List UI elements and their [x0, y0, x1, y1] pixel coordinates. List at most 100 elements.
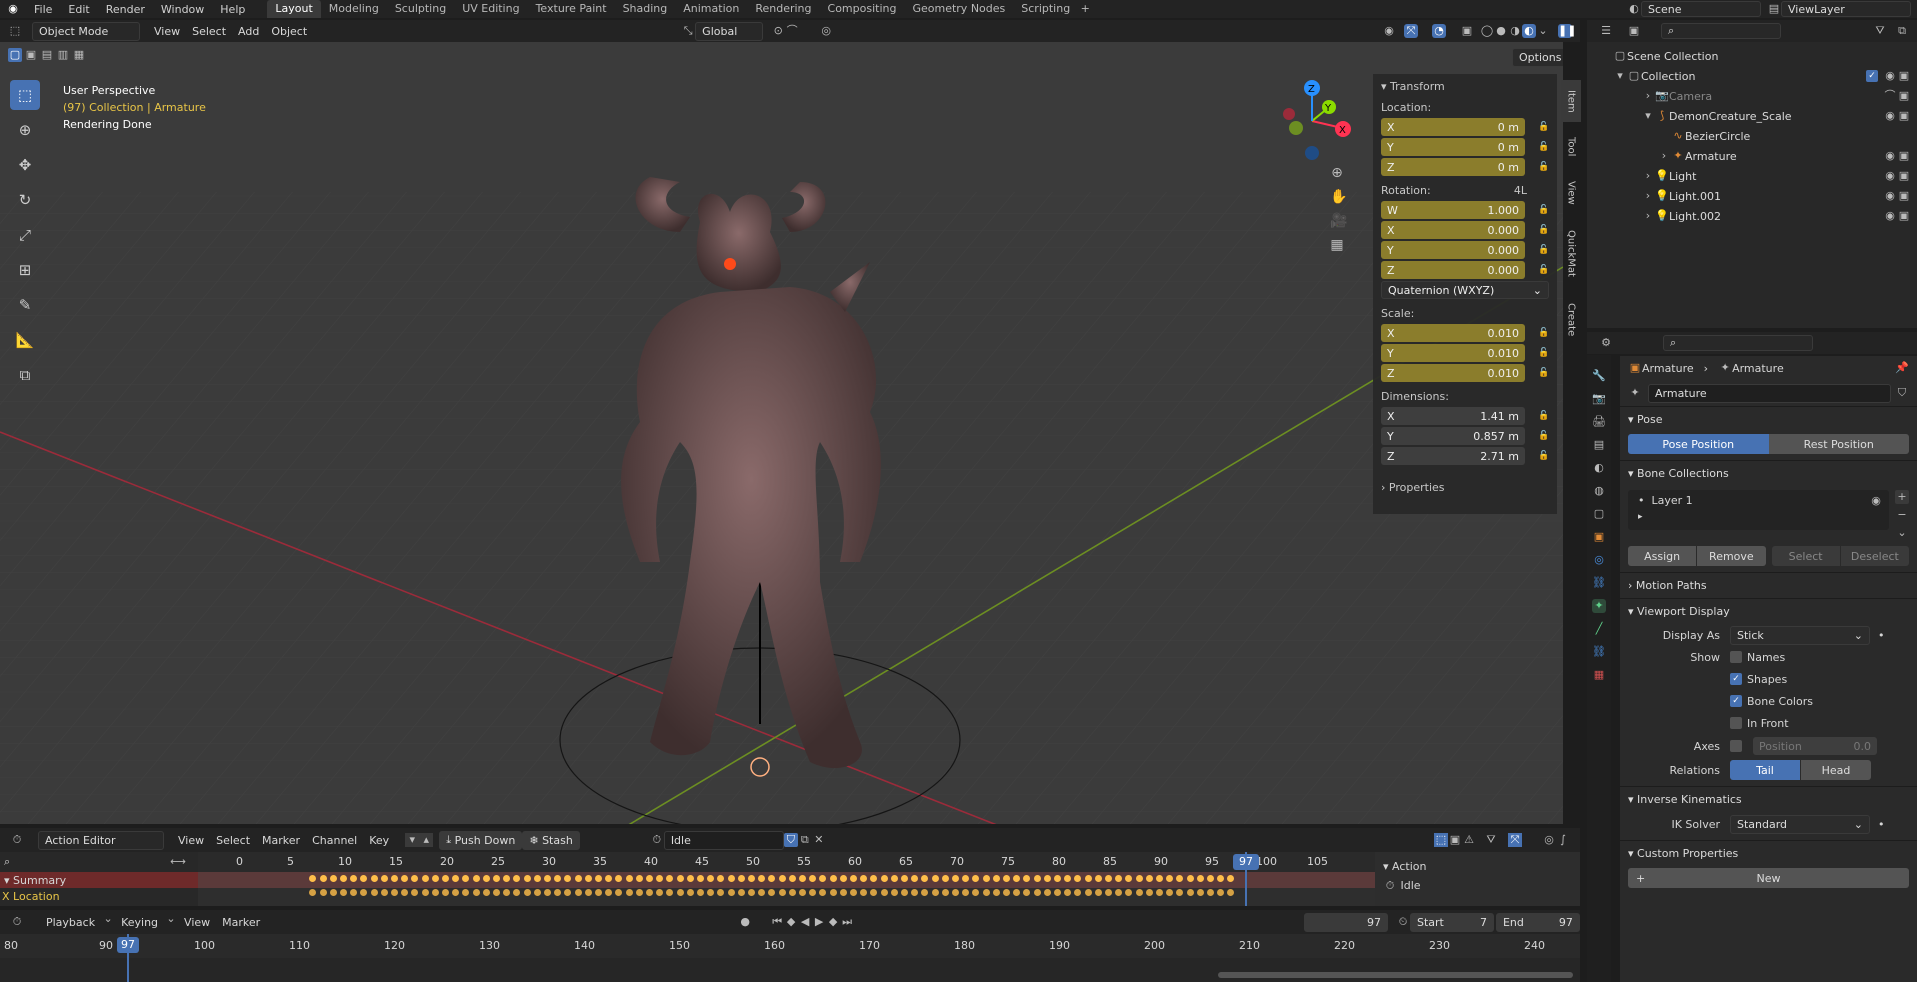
- stash-button[interactable]: ❄ Stash: [522, 830, 580, 850]
- summary-channel[interactable]: ▾ Summary: [0, 872, 198, 888]
- rotate-tool-icon[interactable]: ↻: [10, 185, 40, 215]
- viewport-menu-view[interactable]: View: [148, 21, 186, 41]
- jump-start-icon[interactable]: ⏮: [770, 915, 784, 929]
- x-location-keyframe[interactable]: [748, 889, 755, 896]
- custom-properties-header[interactable]: ▾ Custom Properties: [1620, 840, 1917, 866]
- action-menu-channel[interactable]: Channel: [306, 830, 363, 850]
- hidden-icon[interactable]: ▣: [1448, 833, 1462, 847]
- summary-keyframe[interactable]: [1207, 875, 1214, 882]
- summary-keyframe[interactable]: [788, 875, 796, 882]
- assign-button[interactable]: Assign: [1628, 546, 1697, 566]
- eye-icon[interactable]: ◉: [1883, 69, 1897, 83]
- action-menu-select[interactable]: Select: [210, 830, 256, 850]
- summary-keyframe[interactable]: [1074, 875, 1082, 882]
- x-location-keyframe[interactable]: [1013, 889, 1021, 896]
- summary-keyframe[interactable]: [860, 875, 868, 882]
- summary-keyframe[interactable]: [911, 875, 919, 882]
- summary-keyframe[interactable]: [1176, 875, 1184, 882]
- menu-window[interactable]: Window: [153, 3, 212, 16]
- summary-keyframe[interactable]: [748, 875, 755, 882]
- x-location-keyframe[interactable]: [1023, 889, 1031, 896]
- summary-keyframe[interactable]: [809, 875, 817, 882]
- summary-keyframe[interactable]: [493, 875, 500, 882]
- expand-arrow-icon[interactable]: ›: [1641, 209, 1655, 223]
- x-location-keyframe[interactable]: [452, 889, 460, 896]
- pin-icon[interactable]: 📌: [1895, 361, 1909, 375]
- summary-keyframe[interactable]: [666, 875, 674, 882]
- x-location-keyframe[interactable]: [676, 889, 684, 896]
- x-location-keyframe[interactable]: [401, 889, 409, 896]
- add-workspace-icon[interactable]: +: [1078, 2, 1092, 16]
- rotation-x-field[interactable]: X 0.000 🔓: [1381, 221, 1550, 239]
- x-location-keyframe[interactable]: [584, 889, 592, 896]
- viewport-menu-object[interactable]: Object: [265, 21, 313, 41]
- start-frame-field[interactable]: Start 7: [1410, 912, 1494, 932]
- render-tab-icon[interactable]: 📷: [1592, 392, 1606, 406]
- transform-tool-icon[interactable]: ⊞: [10, 255, 40, 285]
- summary-keyframe[interactable]: [962, 875, 970, 882]
- summary-keyframe[interactable]: [564, 875, 572, 882]
- action-editor-ruler[interactable]: 0 5 10 15 20 25 30 35 40 45 50 55 60 65 70 75 80 85 90 95 10…: [198, 852, 1375, 872]
- x-location-keyframe[interactable]: [370, 889, 378, 896]
- timeline-frame-indicator[interactable]: 97: [117, 937, 139, 953]
- summary-keyframe[interactable]: [431, 875, 439, 882]
- render-camera-icon[interactable]: ▣: [1897, 149, 1911, 163]
- summary-keyframe[interactable]: [1054, 875, 1061, 882]
- summary-keyframe[interactable]: [503, 875, 511, 882]
- x-location-keyframe[interactable]: [707, 889, 715, 896]
- x-location-keyframe[interactable]: [839, 889, 847, 896]
- timeline-menu-marker[interactable]: Marker: [216, 912, 266, 932]
- n-tab-item[interactable]: Item: [1561, 80, 1581, 122]
- ortho-grid-icon[interactable]: ▦: [1330, 238, 1344, 252]
- scale-lock-icon[interactable]: 🔓: [1537, 366, 1551, 380]
- location-z-field[interactable]: Z 0 m 🔓: [1381, 158, 1550, 176]
- summary-keyframe[interactable]: [799, 875, 806, 882]
- summary-keyframe[interactable]: [870, 875, 878, 882]
- filter-funnel-icon[interactable]: ⛛: [1484, 833, 1498, 847]
- x-location-keyframe[interactable]: [319, 889, 327, 896]
- x-location-keyframe[interactable]: [890, 889, 898, 896]
- timeline-menu-playback[interactable]: Playback: [40, 912, 101, 932]
- zoom-icon[interactable]: ⊕: [1330, 166, 1344, 180]
- render-camera-icon[interactable]: ▣: [1897, 169, 1911, 183]
- outliner-item-light[interactable]: › 💡 Light ◉ ▣: [1587, 166, 1917, 186]
- workspace-tab-compositing[interactable]: Compositing: [820, 0, 905, 18]
- orientation-selector[interactable]: Global: [695, 21, 764, 41]
- x-location-keyframe[interactable]: [860, 889, 868, 896]
- overlay-toggle-icon[interactable]: ◔: [1432, 24, 1446, 38]
- scene-selector[interactable]: Scene: [1641, 1, 1761, 17]
- next-keyframe-icon[interactable]: ◆: [826, 915, 840, 929]
- summary-keyframe[interactable]: [544, 875, 551, 882]
- x-location-keyframe[interactable]: [1186, 889, 1194, 896]
- action-side-header[interactable]: ▾ Action: [1375, 852, 1580, 877]
- menu-render[interactable]: Render: [98, 3, 153, 16]
- expand-arrow-icon[interactable]: ›: [1641, 169, 1655, 183]
- x-location-keyframe[interactable]: [819, 889, 827, 896]
- x-location-keyframe[interactable]: [1125, 889, 1133, 896]
- x-location-keyframe[interactable]: [442, 889, 449, 896]
- rotation-z-field[interactable]: Z 0.000 🔓: [1381, 261, 1550, 279]
- render-camera-icon[interactable]: ▣: [1897, 109, 1911, 123]
- x-location-keyframe[interactable]: [1145, 889, 1153, 896]
- summary-keyframe[interactable]: [309, 875, 317, 882]
- layer-visibility-eye-icon[interactable]: ◉: [1869, 494, 1883, 508]
- x-location-keyframe[interactable]: [421, 889, 429, 896]
- pose-position-button[interactable]: Pose Position: [1628, 434, 1769, 454]
- x-location-keyframe[interactable]: [952, 889, 959, 896]
- new-property-button[interactable]: + New: [1628, 868, 1909, 888]
- expand-arrow-icon[interactable]: ›: [1641, 89, 1655, 103]
- summary-keyframe[interactable]: [1084, 875, 1092, 882]
- summary-keyframe[interactable]: [1105, 875, 1112, 882]
- tool-tab-icon[interactable]: 🔧: [1592, 369, 1606, 383]
- datablock-name-field[interactable]: Armature: [1648, 383, 1891, 403]
- summary-keyframe[interactable]: [574, 875, 582, 882]
- summary-keyframe[interactable]: [1033, 875, 1041, 882]
- transform-header[interactable]: ▾ Transform: [1373, 74, 1557, 95]
- summary-keyframe[interactable]: [625, 875, 633, 882]
- visibility-icon[interactable]: ◉: [1382, 24, 1396, 38]
- summary-keyframe[interactable]: [717, 875, 725, 882]
- summary-keyframe[interactable]: [1125, 875, 1133, 882]
- action-menu-view[interactable]: View: [172, 830, 210, 850]
- world-tab-icon[interactable]: ◍: [1592, 484, 1606, 498]
- inverse-kinematics-header[interactable]: ▾ Inverse Kinematics: [1620, 786, 1917, 812]
